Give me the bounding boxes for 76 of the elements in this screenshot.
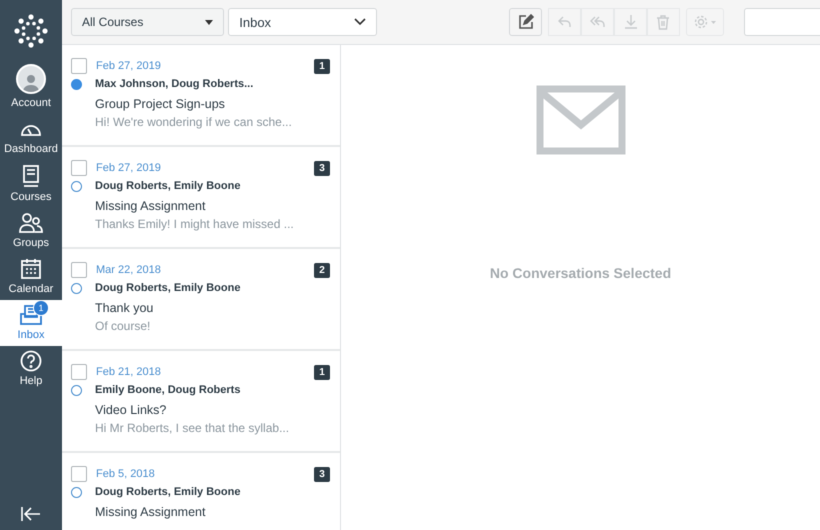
- compose-icon: [518, 14, 534, 30]
- chevron-icon: [354, 18, 366, 26]
- message-count: 1: [314, 364, 330, 380]
- conversation-date: Feb 27, 2019: [95, 60, 162, 72]
- read-status-dot[interactable]: [71, 180, 82, 192]
- compose-button[interactable]: [509, 8, 542, 36]
- conversation-subject: Missing Assignment: [95, 199, 206, 213]
- conversation-date: Feb 27, 2019: [95, 162, 162, 174]
- nav-item[interactable]: Groups: [0, 208, 62, 254]
- participants: Doug Roberts, Emily Boone: [95, 180, 242, 192]
- book-icon: [21, 164, 41, 188]
- checkbox[interactable]: [71, 364, 87, 380]
- gear-icon: [693, 14, 718, 30]
- caret-icon: [205, 20, 214, 24]
- conversation-date: Feb 21, 2018: [95, 366, 162, 378]
- checkbox[interactable]: [71, 466, 87, 482]
- message-count: 1: [314, 58, 330, 74]
- conversation-date: Feb 5, 2018: [95, 468, 156, 480]
- message-preview: Hi! We're wondering if we can sche...: [95, 115, 293, 129]
- nav-item[interactable]: Calendar: [0, 254, 62, 300]
- checkbox[interactable]: [71, 262, 87, 278]
- course-filter-dropdown[interactable]: All Courses: [71, 8, 224, 36]
- nav-item[interactable]: Dashboard: [0, 114, 62, 160]
- inbox-tray-icon: [19, 304, 43, 326]
- nav-item[interactable]: Inbox 1: [0, 300, 62, 346]
- participants: Emily Boone, Doug Roberts: [95, 384, 242, 396]
- logo-icon[interactable]: [14, 14, 48, 48]
- message-count: 2: [314, 262, 330, 278]
- conversation-subject: Video Links?: [95, 403, 168, 417]
- unread-badge: 1: [33, 300, 49, 316]
- envelope-icon: [536, 85, 626, 155]
- message-preview: Hi Mr Roberts, I see that the syllab...: [95, 421, 290, 435]
- reply-all-icon: [590, 14, 606, 30]
- nav-label: Dashboard: [4, 143, 58, 155]
- mailbox-dropdown[interactable]: Inbox: [228, 8, 377, 36]
- trash-icon: [655, 14, 672, 30]
- checkbox[interactable]: [71, 58, 87, 74]
- participants: Max Johnson, Doug Roberts...: [95, 78, 254, 90]
- nav-label: Courses: [10, 191, 52, 203]
- reply-icon: [556, 14, 573, 30]
- download-icon: [622, 14, 639, 30]
- checkbox[interactable]: [71, 160, 87, 176]
- message-preview: Of course!: [95, 319, 152, 333]
- nav-label: Help: [20, 375, 42, 387]
- read-status-dot[interactable]: [71, 78, 82, 90]
- read-status-dot[interactable]: [71, 486, 82, 498]
- conversation-item[interactable]: Feb 27, 2019 1 Max Johnson, Doug Roberts... Group Project Sign-ups Hi! We're wondering if we can sche...: [62, 45, 340, 147]
- read-status-dot[interactable]: [71, 384, 82, 396]
- conversation-item[interactable]: Mar 22, 2018 2 Doug Roberts, Emily Boone Thank you Of course!: [62, 249, 340, 351]
- read-status-dot[interactable]: [71, 282, 82, 294]
- participants: Doug Roberts, Emily Boone: [95, 282, 242, 294]
- nav-item[interactable]: Help: [0, 346, 62, 392]
- conversation-subject: Thank you: [95, 301, 154, 315]
- person-silhouette-icon: [21, 72, 41, 92]
- conversation-item[interactable]: Feb 27, 2019 3 Doug Roberts, Emily Boone Missing Assignment Thanks Emily! I might have missed ...: [62, 147, 340, 249]
- conversation-item[interactable]: Feb 21, 2018 1 Emily Boone, Doug Roberts Video Links? Hi Mr Roberts, I see that the syllab...: [62, 351, 340, 453]
- nav-label: Account: [11, 97, 51, 109]
- nav-label: Groups: [12, 237, 50, 249]
- conversation-subject: Group Project Sign-ups: [95, 97, 226, 111]
- conversation-date: Mar 22, 2018: [95, 264, 162, 276]
- people-icon: [18, 212, 44, 234]
- conversation-subject: Missing Assignment: [95, 505, 206, 519]
- message-preview: Thanks Emily! I might have missed ...: [95, 217, 295, 231]
- nav-item[interactable]: Courses: [0, 160, 62, 208]
- nav-item[interactable]: Account: [0, 60, 62, 114]
- participants: Doug Roberts, Emily Boone: [95, 486, 242, 498]
- calendar-icon: [20, 258, 42, 280]
- message-count: 3: [314, 160, 330, 176]
- nav-label: Calendar: [8, 283, 54, 295]
- help-icon: [20, 350, 42, 372]
- search-field[interactable]: [744, 8, 820, 36]
- empty-message: No Conversations Selected: [490, 265, 672, 281]
- nav-label: Inbox: [18, 329, 44, 341]
- collapse-arrow-icon[interactable]: [21, 506, 41, 522]
- message-count: 3: [314, 466, 330, 482]
- conversation-item[interactable]: Feb 5, 2018 3 Doug Roberts, Emily Boone Missing Assignment: [62, 453, 340, 530]
